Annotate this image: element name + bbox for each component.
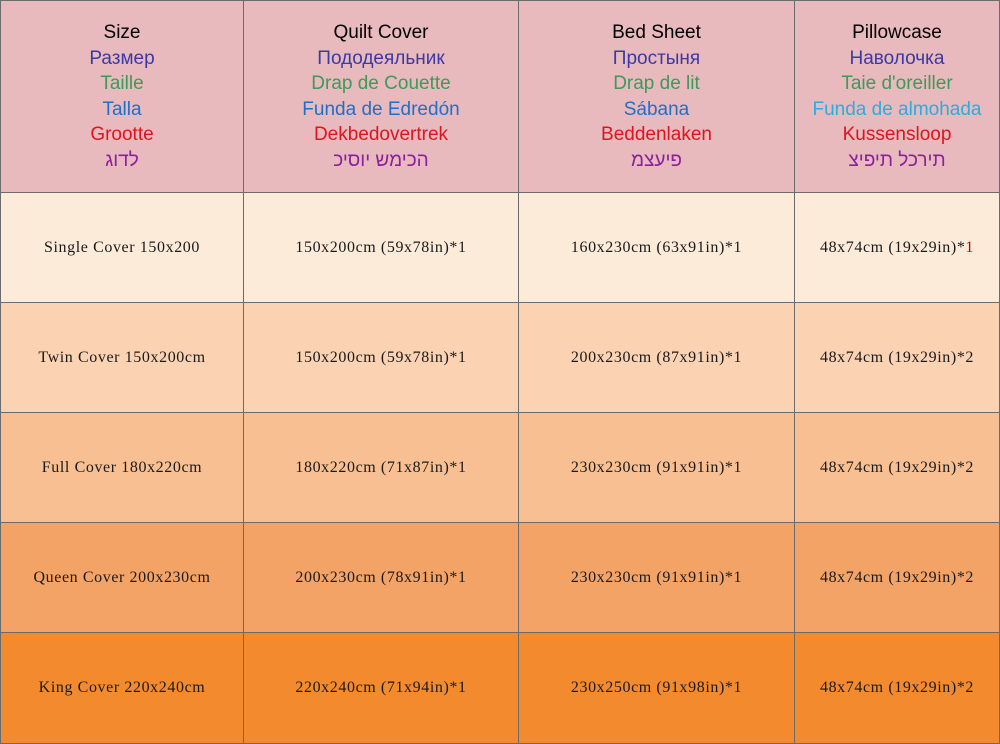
header-quilt-en: Quilt Cover — [333, 22, 429, 43]
row-queen-pillow: 48x74cm (19x29in)*2 — [795, 523, 1000, 633]
size-label: Twin Cover 150x200cm — [38, 348, 206, 366]
header-sheet-en: Bed Sheet — [612, 22, 701, 43]
row-king-pillow: 48x74cm (19x29in)*2 — [795, 633, 1000, 744]
row-twin-sheet: 200x230cm (87x91in)*1 — [519, 303, 795, 413]
pillow-dimension: 48x74cm (19x29in)*1 — [820, 239, 974, 257]
quilt-dimension: 180x220cm (71x87in)*1 — [295, 458, 467, 476]
header-pillow-he: תירכל תיפיצ — [848, 149, 946, 171]
size-label: Full Cover 180x220cm — [41, 458, 203, 476]
header-pillow-en: Pillowcase — [852, 22, 942, 43]
size-label: Single Cover 150x200 — [44, 238, 200, 256]
row-king-quilt: 220x240cm (71x94in)*1 — [244, 633, 519, 744]
row-twin-pillow: 48x74cm (19x29in)*2 — [795, 303, 1000, 413]
header-pillowcase: Pillowcase Наволочка Taie d'oreiller Fun… — [795, 0, 1000, 193]
header-size-ru: Размер — [89, 47, 155, 69]
header-bed-sheet: Bed Sheet Простыня Drap de lit Sábana Be… — [519, 0, 795, 193]
row-queen-sheet: 230x230cm (91x91in)*1 — [519, 523, 795, 633]
header-quilt-fr: Drap de Couette — [311, 73, 451, 94]
pillow-dimension: 48x74cm (19x29in)*2 — [819, 568, 975, 586]
header-sheet-he: פיעצמ — [631, 149, 682, 171]
sheet-dimension: 230x230cm (91x91in)*1 — [570, 458, 743, 476]
header-quilt-ru: Пододеяльник — [317, 47, 445, 69]
header-pillow-ru: Наволочка — [849, 47, 945, 69]
pillow-dimension: 48x74cm (19x29in)*2 — [819, 679, 975, 696]
header-size-fr: Taille — [100, 73, 144, 94]
header-size-es: Talla — [102, 98, 142, 120]
header-quilt-cover: Quilt Cover Пододеяльник Drap de Couette… — [244, 0, 519, 193]
row-full-sheet: 230x230cm (91x91in)*1 — [519, 413, 795, 523]
row-single-pillow: 48x74cm (19x29in)*1 — [795, 193, 1000, 303]
header-size: Size Размер Taille Talla Grootte לדוג — [0, 0, 244, 193]
sheet-dimension: 160x230cm (63x91in)*1 — [570, 238, 743, 256]
header-quilt-es: Funda de Edredón — [302, 98, 460, 120]
row-king-sheet: 230x250cm (91x98in)*1 — [519, 633, 795, 744]
header-sheet-fr: Drap de lit — [613, 73, 700, 94]
row-single-sheet: 160x230cm (63x91in)*1 — [519, 193, 795, 303]
row-single-size: Single Cover 150x200 — [0, 193, 244, 303]
quilt-dimension: 200x230cm (78x91in)*1 — [295, 568, 467, 586]
header-pillow-fr: Taie d'oreiller — [841, 73, 953, 94]
size-label: King Cover 220x240cm — [38, 679, 206, 696]
size-table: Size Размер Taille Talla Grootte לדוג Qu… — [0, 0, 1000, 744]
header-sheet-nl: Beddenlaken — [601, 124, 712, 145]
quilt-dimension: 220x240cm (71x94in)*1 — [295, 679, 467, 696]
row-single-quilt: 150x200cm (59x78in)*1 — [244, 193, 519, 303]
row-full-quilt: 180x220cm (71x87in)*1 — [244, 413, 519, 523]
sheet-dimension: 200x230cm (87x91in)*1 — [570, 348, 743, 366]
header-quilt-he: הכימש יוסיכ — [333, 149, 429, 171]
row-twin-quilt: 150x200cm (59x78in)*1 — [244, 303, 519, 413]
header-size-he: לדוג — [105, 149, 139, 171]
pillow-quantity: 1 — [965, 238, 975, 256]
header-pillow-nl: Kussensloop — [842, 124, 952, 145]
size-label: Queen Cover 200x230cm — [33, 568, 211, 586]
quilt-dimension: 150x200cm (59x78in)*1 — [295, 238, 467, 256]
row-king-size: King Cover 220x240cm — [0, 633, 244, 744]
quilt-dimension: 150x200cm (59x78in)*1 — [295, 348, 467, 366]
row-twin-size: Twin Cover 150x200cm — [0, 303, 244, 413]
row-queen-quilt: 200x230cm (78x91in)*1 — [244, 523, 519, 633]
sheet-dimension: 230x230cm (91x91in)*1 — [570, 568, 743, 586]
header-size-en: Size — [103, 22, 141, 43]
row-queen-size: Queen Cover 200x230cm — [0, 523, 244, 633]
header-sheet-ru: Простыня — [612, 47, 701, 69]
header-quilt-nl: Dekbedovertrek — [313, 124, 449, 145]
pillow-dimension-text: 48x74cm (19x29in)* — [819, 238, 966, 256]
pillow-dimension: 48x74cm (19x29in)*2 — [819, 348, 975, 366]
header-sheet-es: Sábana — [623, 98, 690, 120]
pillow-dimension: 48x74cm (19x29in)*2 — [819, 458, 975, 476]
header-pillow-es: Funda de almohada — [812, 98, 982, 120]
sheet-dimension: 230x250cm (91x98in)*1 — [570, 679, 743, 696]
row-full-pillow: 48x74cm (19x29in)*2 — [795, 413, 1000, 523]
header-size-nl: Grootte — [90, 124, 154, 145]
row-full-size: Full Cover 180x220cm — [0, 413, 244, 523]
